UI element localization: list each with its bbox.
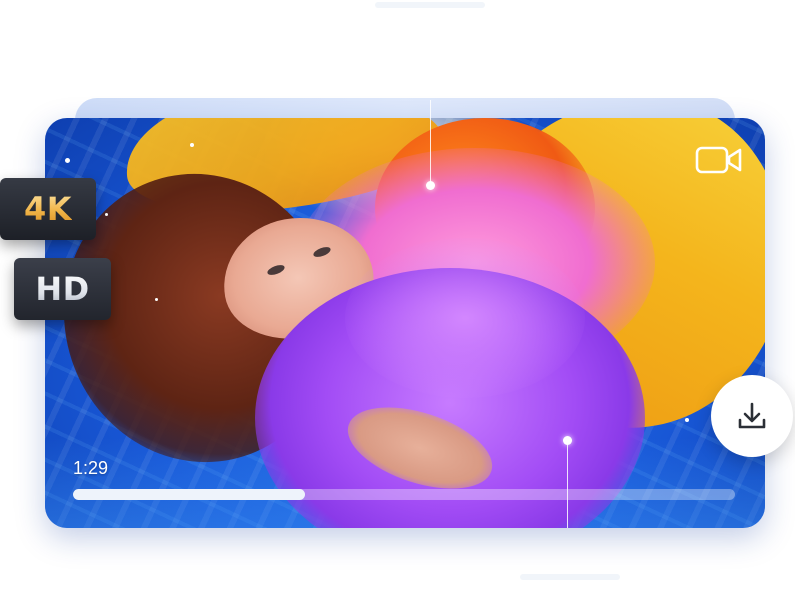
video-camera-icon [695, 146, 742, 174]
video-preview-stage: 1:29 4K HD [0, 0, 795, 602]
quality-badge-hd: HD [14, 258, 111, 320]
quality-badge-4k-label: 4K [23, 190, 73, 228]
decorative-line-bottom [520, 574, 620, 580]
quality-badge-4k: 4K [0, 178, 96, 240]
underwater-photo [45, 118, 765, 528]
callout-line-top [430, 100, 431, 184]
callout-dot-top [426, 181, 435, 190]
video-progress-bar[interactable] [73, 489, 735, 500]
video-progress-fill [73, 489, 305, 500]
callout-line-bottom [567, 442, 568, 528]
callout-dot-bottom [563, 436, 572, 445]
download-icon [738, 402, 766, 429]
video-frame[interactable]: 1:29 [45, 118, 765, 528]
quality-badge-hd-label: HD [35, 270, 90, 308]
video-timecode: 1:29 [73, 458, 109, 478]
decorative-line-top [375, 2, 485, 8]
download-button[interactable] [711, 375, 793, 457]
